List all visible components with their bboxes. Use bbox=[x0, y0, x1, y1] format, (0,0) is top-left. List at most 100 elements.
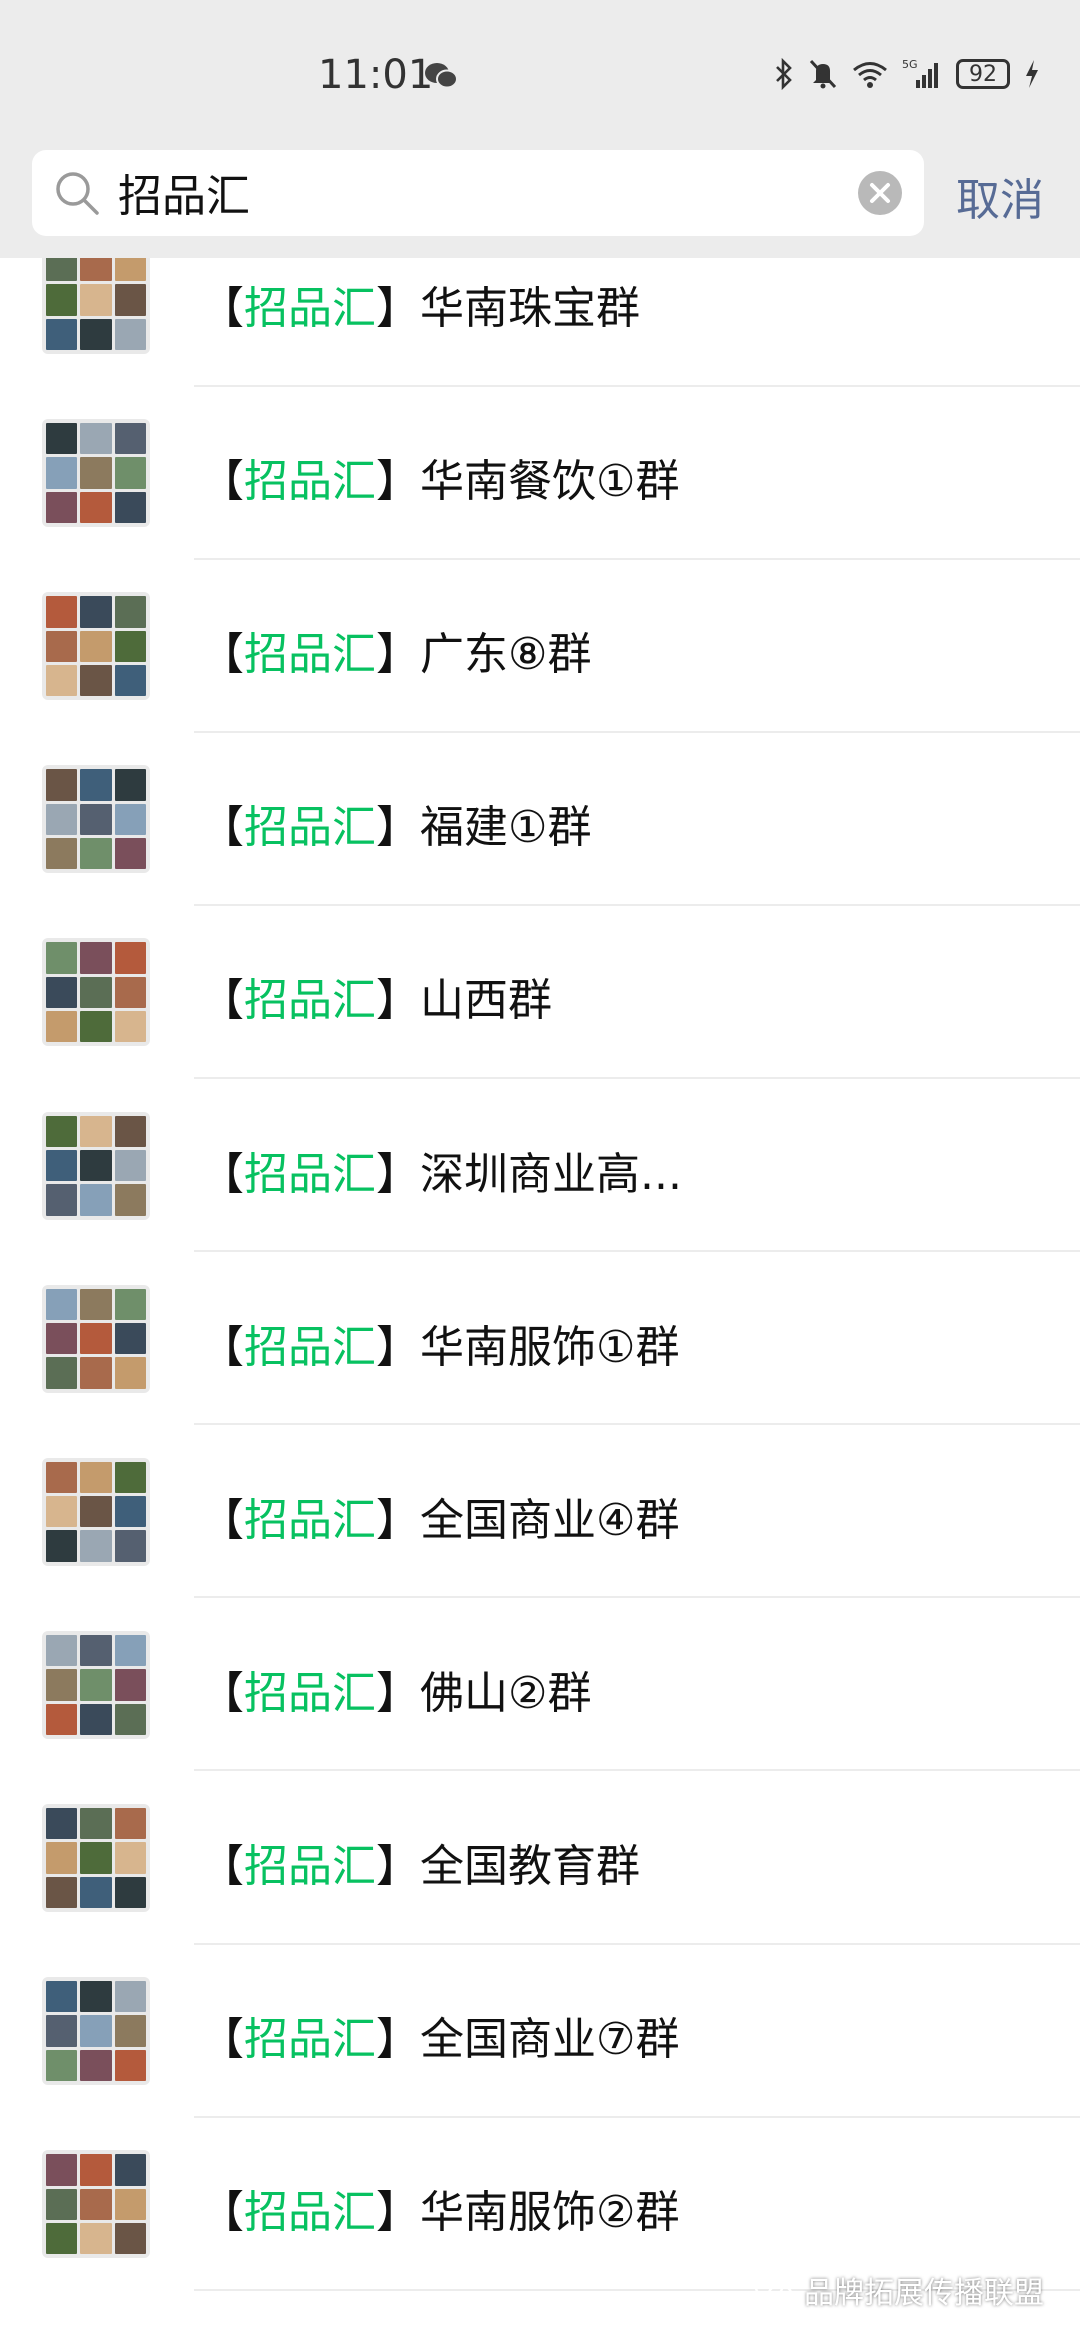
bracket-open: 【 bbox=[200, 629, 244, 681]
member-avatar-tile bbox=[80, 423, 112, 455]
group-avatar bbox=[42, 2150, 150, 2259]
member-avatar-tile bbox=[46, 1149, 78, 1182]
result-item[interactable]: 【招品汇】华南餐饮①群 bbox=[0, 387, 1080, 560]
member-avatar-tile bbox=[46, 491, 78, 524]
member-avatar-tile bbox=[46, 1011, 78, 1043]
keyword-highlight: 招品汇 bbox=[244, 1494, 376, 1546]
bracket-close: 】 bbox=[376, 2014, 420, 2066]
group-avatar bbox=[42, 1630, 150, 1739]
member-avatar-tile bbox=[114, 491, 146, 524]
keyword-highlight: 招品汇 bbox=[244, 1148, 376, 1200]
member-avatar-tile bbox=[80, 491, 112, 524]
member-avatar-tile bbox=[80, 1496, 112, 1528]
clear-search-icon[interactable] bbox=[856, 169, 904, 217]
member-avatar-tile bbox=[80, 1634, 112, 1667]
member-avatar-tile bbox=[46, 664, 78, 697]
member-avatar-tile bbox=[114, 1842, 146, 1874]
member-avatar-tile bbox=[80, 2049, 112, 2082]
member-avatar-tile bbox=[114, 2222, 146, 2255]
member-avatar-tile bbox=[80, 1288, 112, 1320]
member-avatar-tile bbox=[46, 2222, 78, 2255]
mute-bell-icon bbox=[809, 59, 837, 89]
group-name: 【招品汇】华南珠宝群 bbox=[200, 272, 640, 336]
member-avatar-tile bbox=[114, 423, 146, 455]
member-avatar-tile bbox=[46, 1634, 78, 1667]
group-name-text: 华南珠宝群 bbox=[420, 282, 640, 334]
group-name: 【招品汇】华南餐饮①群 bbox=[200, 445, 679, 509]
member-avatar-tile bbox=[80, 1149, 112, 1182]
member-avatar-tile bbox=[46, 942, 78, 974]
member-avatar-tile bbox=[114, 1357, 146, 1389]
member-avatar-tile bbox=[114, 596, 146, 628]
member-avatar-tile bbox=[80, 1981, 112, 2013]
member-avatar-tile bbox=[46, 1322, 78, 1355]
member-avatar-tile bbox=[80, 1357, 112, 1389]
member-avatar-tile bbox=[80, 2188, 112, 2220]
member-avatar-tile bbox=[46, 1461, 78, 1494]
result-item[interactable]: 【招品汇】山西群 bbox=[0, 906, 1080, 1079]
member-avatar-tile bbox=[80, 837, 112, 870]
member-avatar-tile bbox=[114, 837, 146, 870]
result-item[interactable]: 【招品汇】深圳商业高... bbox=[0, 1079, 1080, 1253]
member-avatar-tile bbox=[80, 1842, 112, 1874]
member-avatar-tile bbox=[80, 1876, 112, 1908]
keyword-highlight: 招品汇 bbox=[244, 2014, 376, 2066]
member-avatar-tile bbox=[80, 976, 112, 1009]
status-time: 11:01 bbox=[318, 52, 434, 98]
member-avatar-tile bbox=[114, 1981, 146, 2013]
result-item[interactable]: 【招品汇】全国商业④群 bbox=[0, 1425, 1080, 1599]
bracket-open: 【 bbox=[200, 975, 244, 1027]
group-avatar bbox=[42, 1111, 150, 1220]
result-item[interactable]: 【招品汇】广东⑧群 bbox=[0, 560, 1080, 733]
member-avatar-tile bbox=[80, 1807, 112, 1840]
result-item[interactable]: 【招品汇】华南服饰②群 bbox=[0, 2118, 1080, 2291]
group-avatar bbox=[42, 765, 150, 874]
wechat-notification-icon bbox=[425, 63, 458, 89]
group-name: 【招品汇】华南服饰②群 bbox=[200, 2176, 679, 2240]
member-avatar-tile bbox=[80, 1461, 112, 1494]
bracket-close: 】 bbox=[376, 1321, 420, 1373]
member-avatar-tile bbox=[46, 1288, 78, 1320]
group-name: 【招品汇】全国教育群 bbox=[200, 1830, 640, 1894]
member-avatar-tile bbox=[114, 1115, 146, 1147]
group-name: 【招品汇】全国商业⑦群 bbox=[200, 2003, 679, 2067]
result-item[interactable]: 【招品汇】华南服饰①群 bbox=[0, 1252, 1080, 1426]
group-name-text: 华南服饰②群 bbox=[420, 2187, 680, 2239]
member-avatar-tile bbox=[46, 1530, 78, 1562]
member-avatar-tile bbox=[46, 1357, 78, 1389]
member-avatar-tile bbox=[80, 1322, 112, 1355]
keyword-highlight: 招品汇 bbox=[244, 629, 376, 681]
keyword-highlight: 招品汇 bbox=[244, 456, 376, 508]
result-item[interactable]: 【招品汇】佛山②群 bbox=[0, 1598, 1080, 1772]
keyword-highlight: 招品汇 bbox=[244, 1667, 376, 1719]
cancel-button[interactable]: 取消 bbox=[956, 164, 1044, 228]
result-item[interactable]: 【招品汇】全国商业⑦群 bbox=[0, 1945, 1080, 2118]
group-name-text: 福建①群 bbox=[420, 802, 592, 854]
member-avatar-tile bbox=[46, 1842, 78, 1874]
member-avatar-tile bbox=[80, 1184, 112, 1216]
member-avatar-tile bbox=[46, 2154, 78, 2186]
member-avatar-tile bbox=[114, 1703, 146, 1735]
keyword-highlight: 招品汇 bbox=[244, 1840, 376, 1892]
result-item[interactable]: 【招品汇】全国教育群 bbox=[0, 1771, 1080, 1945]
search-bar[interactable] bbox=[32, 150, 924, 236]
result-item[interactable]: 【招品汇】福建①群 bbox=[0, 733, 1080, 906]
bracket-open: 【 bbox=[200, 282, 244, 334]
member-avatar-tile bbox=[80, 803, 112, 835]
member-avatar-tile bbox=[114, 1149, 146, 1182]
member-avatar-tile bbox=[114, 2154, 146, 2186]
keyword-highlight: 招品汇 bbox=[244, 2187, 376, 2239]
member-avatar-tile bbox=[114, 630, 146, 662]
group-name: 【招品汇】佛山②群 bbox=[200, 1657, 591, 1721]
bracket-open: 【 bbox=[200, 1148, 244, 1200]
member-avatar-tile bbox=[114, 457, 146, 489]
search-input[interactable] bbox=[118, 162, 858, 222]
group-name-text: 佛山②群 bbox=[420, 1667, 592, 1719]
watermark-text: 品牌拓展传播联盟 bbox=[804, 2276, 1044, 2311]
member-avatar-tile bbox=[46, 423, 78, 455]
member-avatar-tile bbox=[80, 2222, 112, 2255]
member-avatar-tile bbox=[114, 1011, 146, 1043]
member-avatar-tile bbox=[114, 1807, 146, 1840]
bracket-close: 】 bbox=[376, 2187, 420, 2239]
member-avatar-tile bbox=[114, 1322, 146, 1355]
